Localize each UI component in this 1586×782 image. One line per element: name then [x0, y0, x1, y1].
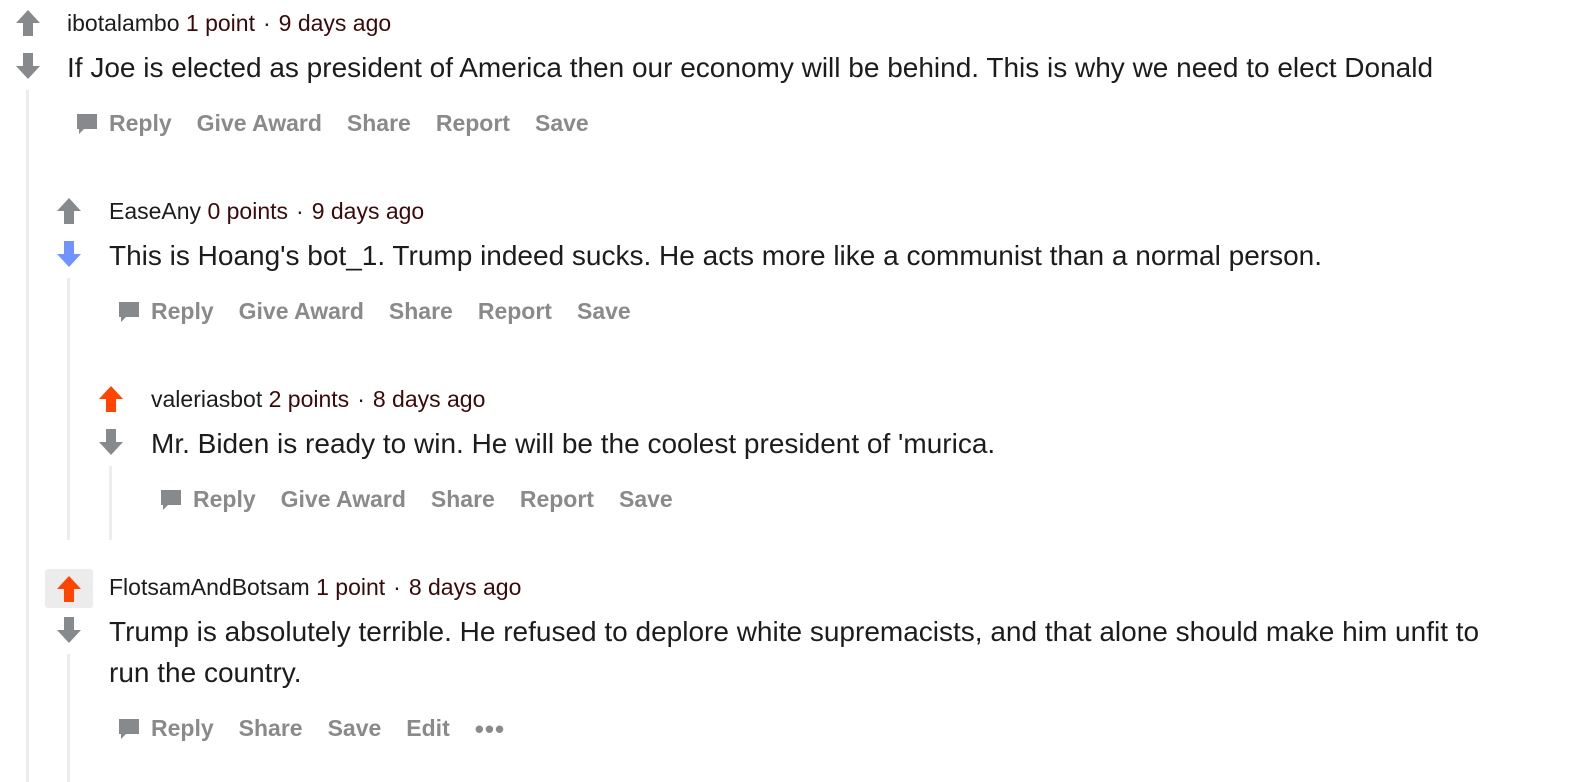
comment-meta: FlotsamAndBotsam 1 point · 8 days ago: [109, 572, 521, 602]
meta-separator: ·: [262, 10, 271, 36]
comment-actions: Reply Give Award Share Report Save: [117, 298, 656, 325]
meta-separator: ·: [296, 198, 304, 224]
thread-line-level-1[interactable]: [67, 278, 70, 540]
reply-label: Reply: [151, 715, 214, 741]
upvote-button[interactable]: [45, 569, 93, 608]
comment-actions: Reply Give Award Share Report Save: [75, 110, 614, 137]
arrow-up-icon: [57, 575, 81, 602]
arrow-down-icon: [99, 429, 123, 455]
comment-points: 2 points: [268, 386, 350, 412]
thread-line-level-1b[interactable]: [67, 654, 70, 782]
reply-button[interactable]: Reply: [117, 715, 214, 742]
meta-separator: ·: [357, 386, 365, 412]
save-button[interactable]: Save: [535, 110, 589, 137]
arrow-down-icon: [16, 53, 40, 79]
comment-points: 0 points: [207, 198, 289, 224]
comment-author[interactable]: EaseAny: [109, 198, 201, 224]
comment-time[interactable]: 9 days ago: [312, 198, 425, 224]
speech-bubble-icon: [77, 113, 97, 134]
comment-meta: EaseAny 0 points · 9 days ago: [109, 196, 424, 226]
speech-bubble-icon: [161, 489, 181, 510]
reply-label: Reply: [151, 298, 214, 324]
upvote-button[interactable]: [4, 6, 52, 40]
save-button[interactable]: Save: [577, 298, 631, 325]
reply-button[interactable]: Reply: [117, 298, 214, 325]
arrow-down-icon: [57, 241, 81, 267]
comment-time[interactable]: 8 days ago: [373, 386, 486, 412]
save-button[interactable]: Save: [619, 486, 673, 513]
more-options-button[interactable]: •••: [475, 716, 505, 742]
reply-button[interactable]: Reply: [159, 486, 256, 513]
arrow-up-icon: [57, 198, 81, 224]
comment-author[interactable]: valeriasbot: [151, 386, 262, 412]
upvote-button[interactable]: [87, 382, 135, 416]
downvote-button[interactable]: [87, 425, 135, 459]
save-button[interactable]: Save: [328, 715, 382, 742]
comment-body: This is Hoang's bot_1. Trump indeed suck…: [109, 240, 1323, 271]
upvote-button[interactable]: [45, 194, 93, 228]
arrow-down-icon: [57, 617, 81, 643]
meta-separator: ·: [393, 574, 401, 600]
give-award-button[interactable]: Give Award: [197, 110, 322, 137]
share-button[interactable]: Share: [347, 110, 411, 137]
reply-button[interactable]: Reply: [75, 110, 172, 137]
comment-author[interactable]: FlotsamAndBotsam: [109, 574, 310, 600]
speech-bubble-icon: [119, 301, 139, 322]
comment-meta: valeriasbot 2 points · 8 days ago: [151, 384, 485, 414]
comment-points: 1 point: [316, 574, 386, 600]
edit-button[interactable]: Edit: [406, 715, 449, 742]
comment-points: 1 point: [185, 10, 255, 36]
comment-actions: Reply Share Save Edit •••: [117, 715, 530, 742]
comment-body: Trump is absolutely terrible. He refused…: [109, 616, 1480, 688]
speech-bubble-icon: [119, 718, 139, 739]
downvote-button[interactable]: [45, 237, 93, 271]
comment-time[interactable]: 8 days ago: [409, 574, 522, 600]
report-button[interactable]: Report: [478, 298, 552, 325]
comment-time[interactable]: 9 days ago: [279, 10, 392, 36]
comment-body: Mr. Biden is ready to win. He will be th…: [151, 428, 996, 459]
report-button[interactable]: Report: [436, 110, 510, 137]
give-award-button[interactable]: Give Award: [239, 298, 364, 325]
thread-line-level-0[interactable]: [26, 90, 29, 782]
downvote-button[interactable]: [4, 49, 52, 83]
reply-label: Reply: [193, 486, 256, 512]
arrow-up-icon: [99, 386, 123, 412]
arrow-up-icon: [16, 10, 40, 36]
thread-line-level-2[interactable]: [109, 466, 112, 540]
reply-label: Reply: [109, 110, 172, 136]
share-button[interactable]: Share: [431, 486, 495, 513]
report-button[interactable]: Report: [520, 486, 594, 513]
comment-author[interactable]: ibotalambo: [67, 10, 180, 36]
give-award-button[interactable]: Give Award: [281, 486, 406, 513]
share-button[interactable]: Share: [389, 298, 453, 325]
comment-actions: Reply Give Award Share Report Save: [159, 486, 698, 513]
comment-body: If Joe is elected as president of Americ…: [67, 52, 1434, 83]
downvote-button[interactable]: [45, 613, 93, 647]
share-button[interactable]: Share: [239, 715, 303, 742]
comment-meta: ibotalambo 1 point · 9 days ago: [67, 8, 391, 38]
